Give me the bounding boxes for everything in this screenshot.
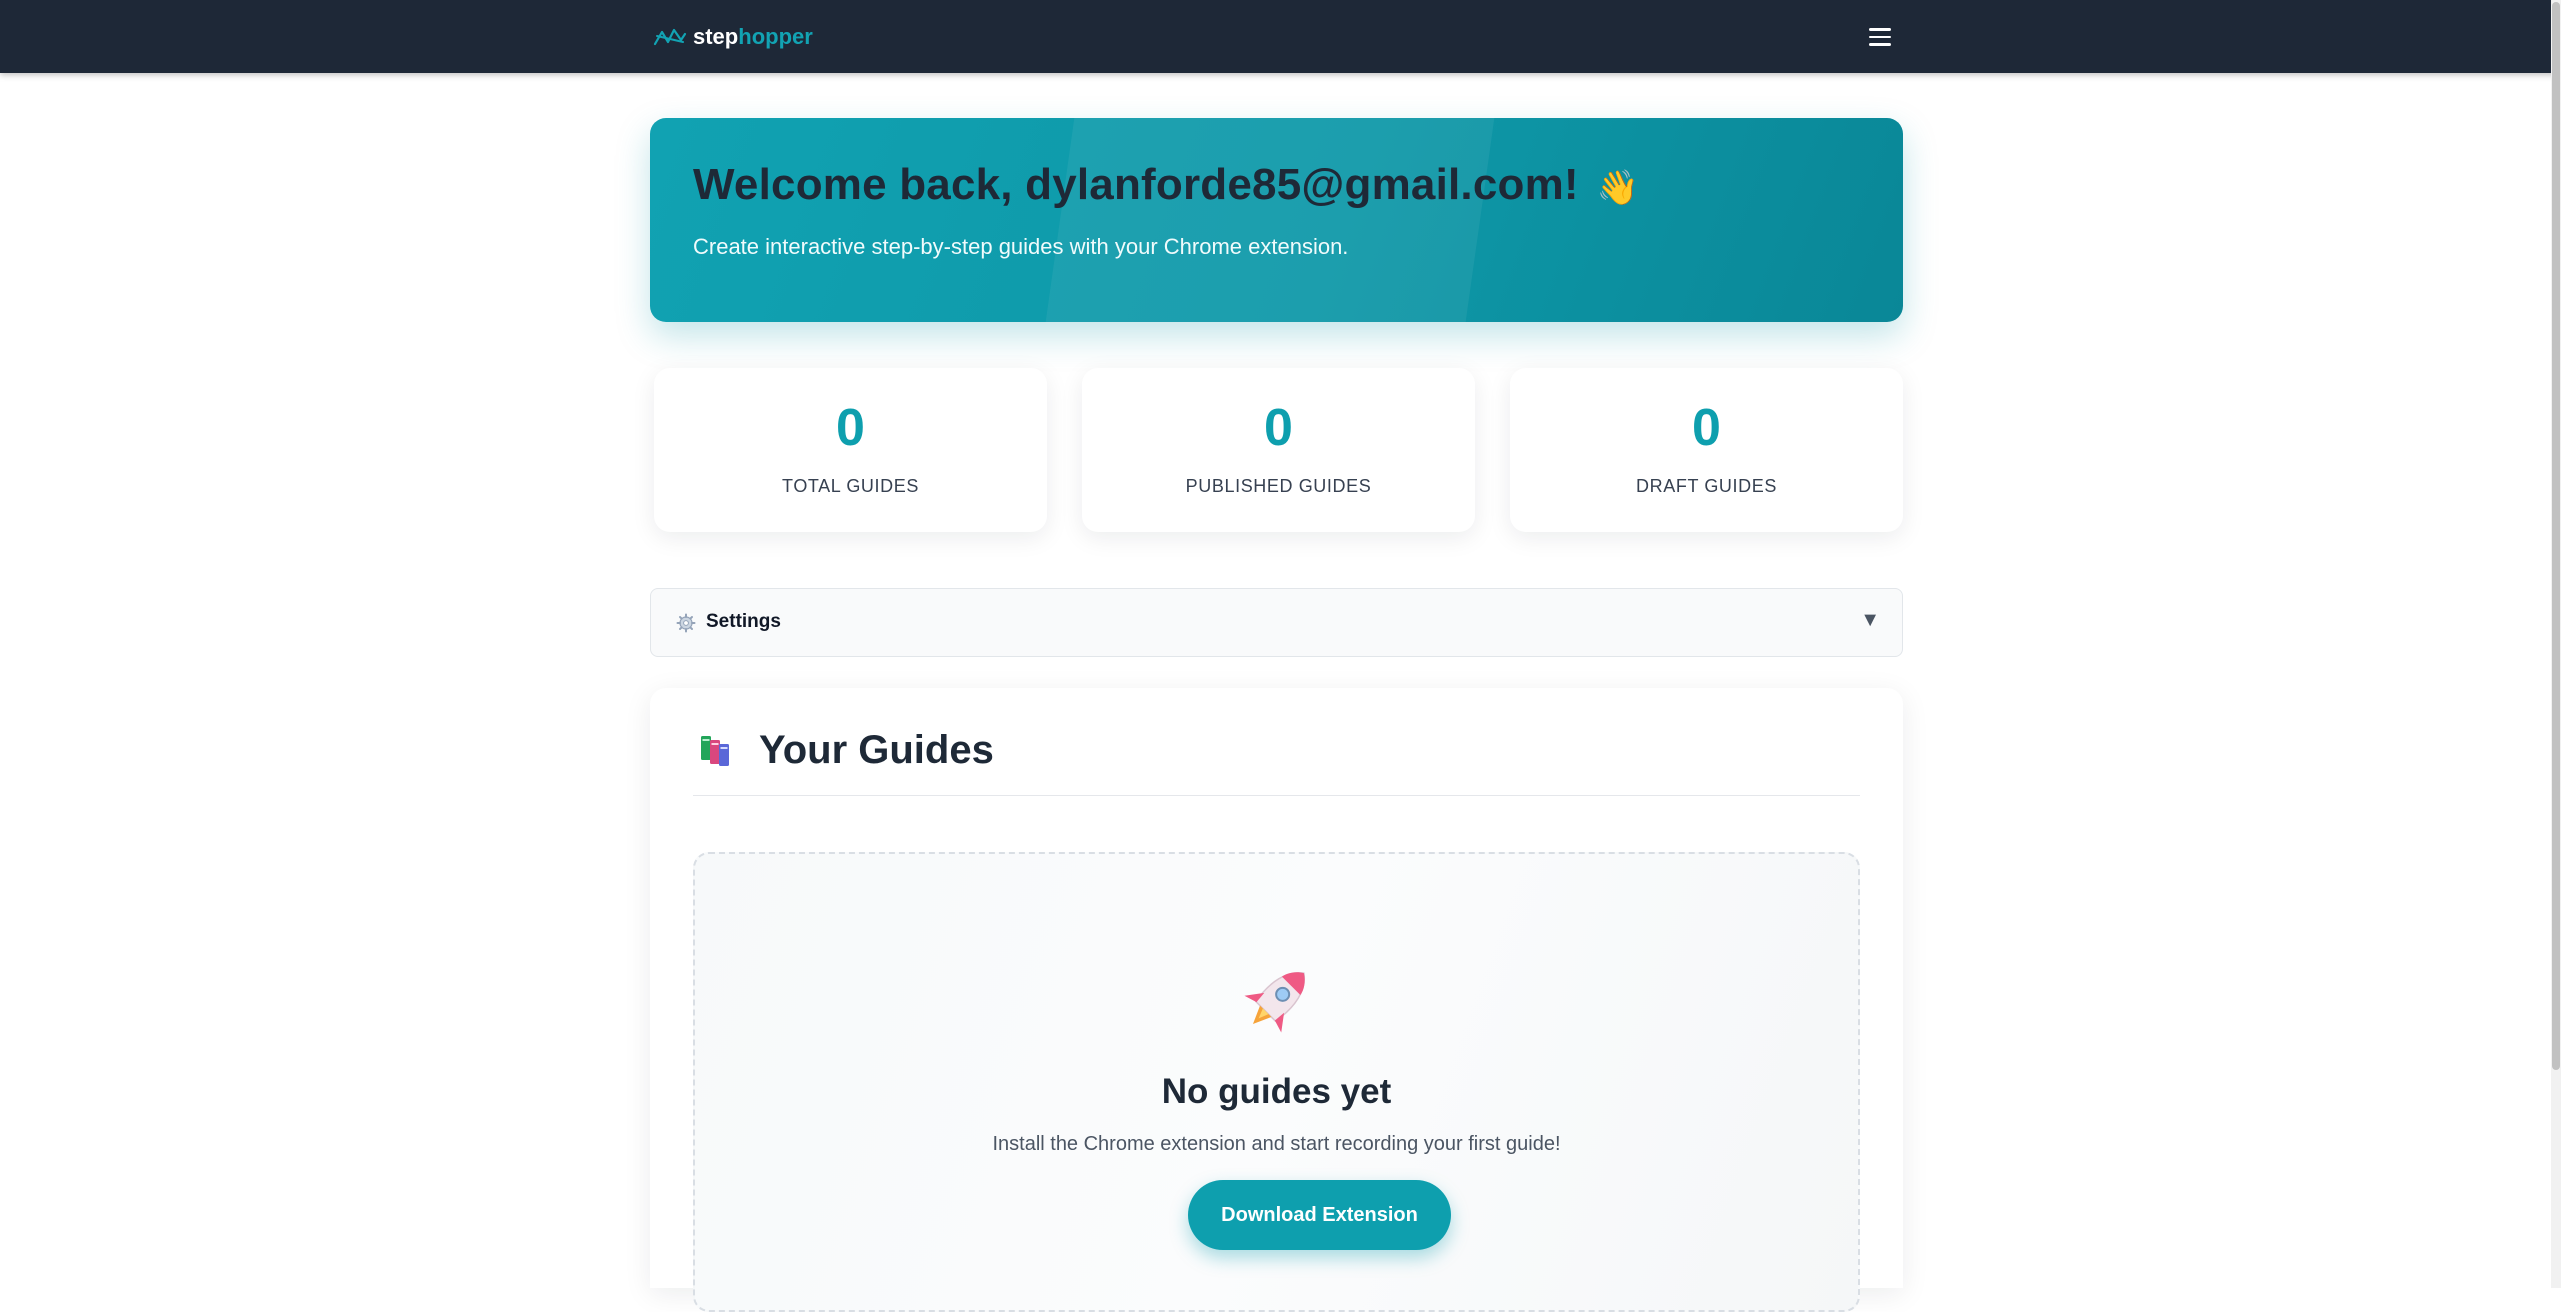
- stat-card-published-guides: 0 PUBLISHED GUIDES: [1082, 368, 1475, 532]
- settings-label: Settings: [706, 611, 781, 632]
- gear-icon: [676, 613, 696, 633]
- settings-toggle[interactable]: Settings ▼: [650, 588, 1903, 657]
- stat-label: PUBLISHED GUIDES: [1185, 476, 1372, 496]
- empty-state-subtitle: Install the Chrome extension and start r…: [992, 1133, 1561, 1155]
- stat-value: 0: [836, 399, 865, 457]
- stat-card-draft-guides: 0 DRAFT GUIDES: [1510, 368, 1903, 532]
- stat-label: TOTAL GUIDES: [782, 476, 919, 496]
- welcome-subtitle: Create interactive step-by-step guides w…: [693, 234, 1349, 259]
- page-scrollbar[interactable]: [2551, 0, 2561, 1288]
- stat-card-total-guides: 0 TOTAL GUIDES: [654, 368, 1047, 532]
- stat-label: DRAFT GUIDES: [1636, 476, 1777, 496]
- welcome-title: Welcome back, dylanforde85@gmail.com! 👋: [693, 160, 1639, 210]
- scrollbar-thumb[interactable]: [2552, 2, 2560, 1070]
- guides-section: Your Guides No guides yet Install the Ch…: [650, 688, 1903, 1312]
- brand-name-part1: step: [693, 24, 739, 49]
- empty-state: No guides yet Install the Chrome extensi…: [693, 852, 1860, 1312]
- welcome-text: Welcome back, dylanforde85@gmail.com!: [693, 160, 1579, 209]
- empty-state-title: No guides yet: [1161, 1072, 1392, 1111]
- brand-name-part2: hopper: [738, 24, 813, 49]
- top-navbar: stephopper: [0, 0, 2561, 73]
- brand-logo[interactable]: stephopper: [653, 22, 813, 52]
- chevron-down-icon: ▼: [1860, 609, 1880, 631]
- stat-value: 0: [1692, 399, 1721, 457]
- stat-value: 0: [1264, 399, 1293, 457]
- guides-title: Your Guides: [759, 728, 994, 772]
- download-extension-button[interactable]: Download Extension: [1188, 1180, 1451, 1250]
- hamburger-menu-icon[interactable]: [1869, 24, 1895, 50]
- stephopper-logo-icon: [653, 28, 687, 46]
- waving-hand-icon: 👋: [1596, 169, 1640, 207]
- welcome-banner: Welcome back, dylanforde85@gmail.com! 👋 C…: [650, 118, 1903, 322]
- rocket-icon: [1244, 971, 1306, 1033]
- books-icon: [701, 736, 729, 766]
- guides-header: Your Guides: [693, 728, 1860, 796]
